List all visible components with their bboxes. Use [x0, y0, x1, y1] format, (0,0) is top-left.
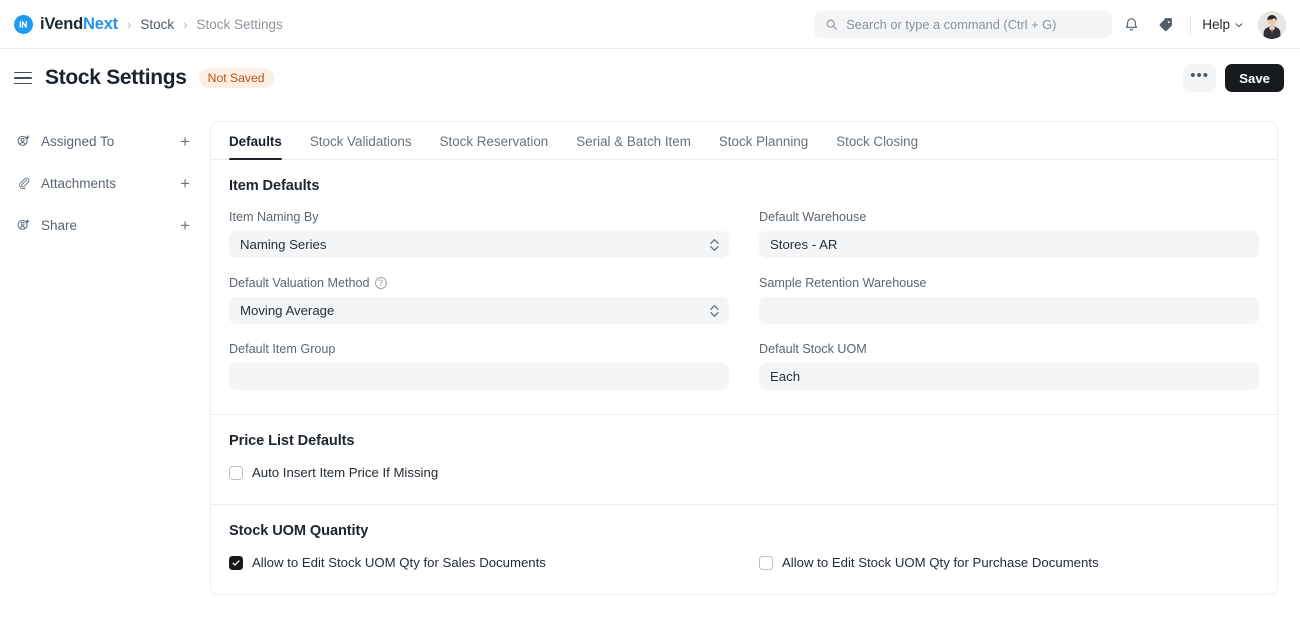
- hamburger-icon[interactable]: [14, 67, 36, 89]
- sidebar-label-attachments: Attachments: [41, 175, 117, 191]
- field-default-valuation-method: Default Valuation Method ? Moving Averag…: [229, 276, 729, 324]
- checkbox-label-auto-insert-item-price: Auto Insert Item Price If Missing: [252, 465, 439, 480]
- user-plus-icon: [15, 134, 32, 149]
- section-title-item-defaults: Item Defaults: [229, 178, 320, 194]
- brand-part-1: iVend: [40, 14, 84, 33]
- breadcrumb-stock-settings: Stock Settings: [196, 16, 283, 32]
- add-assigned-to-button[interactable]: +: [176, 131, 194, 152]
- input-default-stock-uom[interactable]: Each: [759, 363, 1259, 390]
- search-input[interactable]: Search or type a command (Ctrl + G): [814, 11, 1113, 38]
- bell-icon[interactable]: [1116, 10, 1146, 40]
- navbar-right-group: Search or type a command (Ctrl + G) Help: [814, 0, 1286, 49]
- more-options-button[interactable]: •••: [1183, 64, 1217, 92]
- help-circle-icon[interactable]: ?: [374, 277, 387, 289]
- checkbox-row-sales-documents[interactable]: Allow to Edit Stock UOM Qty for Sales Do…: [229, 555, 729, 570]
- save-button[interactable]: Save: [1225, 64, 1284, 92]
- tab-stock-reservation[interactable]: Stock Reservation: [426, 134, 563, 159]
- label-item-naming-by: Item Naming By: [229, 210, 729, 224]
- value-default-warehouse: Stores - AR: [770, 237, 838, 252]
- value-default-stock-uom: Each: [770, 369, 801, 384]
- page-title: Stock Settings: [45, 66, 187, 89]
- label-text-default-stock-uom: Default Stock UOM: [759, 342, 867, 356]
- input-default-item-group[interactable]: [229, 363, 729, 390]
- field-default-stock-uom: Default Stock UOM Each: [759, 342, 1259, 390]
- breadcrumb-stock[interactable]: Stock: [140, 17, 174, 32]
- top-navbar: iVendNext › Stock › Stock Settings Searc…: [0, 0, 1300, 49]
- brand-logo-group[interactable]: iVendNext: [14, 14, 118, 34]
- sidebar-label-share: Share: [41, 217, 78, 233]
- label-text-sample-retention-warehouse: Sample Retention Warehouse: [759, 276, 927, 290]
- item-defaults-grid: Item Naming By Naming Series Default War…: [229, 210, 1259, 408]
- input-sample-retention-warehouse[interactable]: [759, 297, 1259, 324]
- label-default-warehouse: Default Warehouse: [759, 210, 1259, 224]
- label-default-stock-uom: Default Stock UOM: [759, 342, 1259, 356]
- stock-uom-grid: Allow to Edit Stock UOM Qty for Sales Do…: [229, 555, 1259, 588]
- field-default-warehouse: Default Warehouse Stores - AR: [759, 210, 1259, 258]
- select-item-naming-by[interactable]: Naming Series: [229, 231, 729, 258]
- checkbox-edit-uom-sales-documents[interactable]: [229, 555, 243, 570]
- paperclip-icon: [15, 176, 32, 191]
- input-default-warehouse[interactable]: Stores - AR: [759, 231, 1259, 258]
- avatar[interactable]: [1258, 10, 1286, 39]
- label-sample-retention-warehouse: Sample Retention Warehouse: [759, 276, 1259, 290]
- tab-stock-closing[interactable]: Stock Closing: [822, 134, 932, 159]
- help-label: Help: [1202, 17, 1230, 32]
- search-icon: [826, 19, 838, 30]
- section-stock-uom-quantity: Stock UOM Quantity Allow to Edit Stock U…: [211, 504, 1277, 594]
- chevron-updown-icon: [710, 238, 719, 251]
- section-item-defaults: Item Defaults Item Naming By Naming Seri…: [211, 160, 1277, 414]
- section-title-price-list-defaults: Price List Defaults: [229, 433, 355, 449]
- label-text-default-valuation-method: Default Valuation Method: [229, 276, 370, 290]
- breadcrumb-separator-2: ›: [183, 16, 188, 32]
- label-text-default-warehouse: Default Warehouse: [759, 210, 867, 224]
- checkbox-label-purchase-documents: Allow to Edit Stock UOM Qty for Purchase…: [782, 555, 1099, 570]
- status-badge: Not Saved: [198, 67, 274, 89]
- field-sample-retention-warehouse: Sample Retention Warehouse: [759, 276, 1259, 324]
- section-title-stock-uom-quantity: Stock UOM Quantity: [229, 523, 369, 539]
- label-default-valuation-method: Default Valuation Method ?: [229, 276, 729, 290]
- tab-stock-planning[interactable]: Stock Planning: [705, 134, 822, 159]
- user-plus-icon: [15, 218, 32, 233]
- sidebar-item-share[interactable]: Share +: [15, 204, 194, 246]
- header-actions: ••• Save: [1183, 49, 1284, 107]
- tab-bar: Defaults Stock Validations Stock Reserva…: [211, 122, 1277, 160]
- brand-part-2: Next: [83, 14, 118, 33]
- add-attachment-button[interactable]: +: [176, 173, 194, 194]
- chevron-down-icon: [1235, 22, 1243, 27]
- settings-card: Defaults Stock Validations Stock Reserva…: [210, 121, 1278, 595]
- field-item-naming-by: Item Naming By Naming Series: [229, 210, 729, 258]
- navbar-divider: [1190, 14, 1192, 35]
- chevron-updown-icon: [710, 304, 719, 317]
- value-item-naming-by: Naming Series: [240, 237, 327, 252]
- search-placeholder: Search or type a command (Ctrl + G): [846, 17, 1057, 32]
- tab-defaults[interactable]: Defaults: [229, 134, 296, 160]
- label-default-item-group: Default Item Group: [229, 342, 729, 356]
- checkbox-row-auto-insert-item-price[interactable]: Auto Insert Item Price If Missing: [229, 465, 1259, 480]
- help-menu[interactable]: Help: [1200, 13, 1246, 36]
- page-header: Stock Settings Not Saved ••• Save: [0, 49, 1300, 107]
- tab-stock-validations[interactable]: Stock Validations: [296, 134, 426, 159]
- brand-text: iVendNext: [40, 15, 118, 34]
- select-default-valuation-method[interactable]: Moving Average: [229, 297, 729, 324]
- sidebar-item-attachments[interactable]: Attachments +: [15, 162, 194, 204]
- checkbox-label-sales-documents: Allow to Edit Stock UOM Qty for Sales Do…: [252, 555, 546, 570]
- label-text-default-item-group: Default Item Group: [229, 342, 336, 356]
- tab-serial-batch-item[interactable]: Serial & Batch Item: [562, 134, 705, 159]
- add-share-button[interactable]: +: [176, 215, 194, 236]
- sidebar-item-assigned-to[interactable]: Assigned To +: [15, 120, 194, 162]
- checkbox-row-purchase-documents[interactable]: Allow to Edit Stock UOM Qty for Purchase…: [759, 555, 1259, 570]
- body-wrapper: Assigned To + Attachments + Share + Defa…: [0, 107, 1300, 595]
- checkbox-auto-insert-item-price[interactable]: [229, 465, 243, 480]
- sidebar-label-assigned-to: Assigned To: [41, 133, 115, 149]
- value-default-valuation-method: Moving Average: [240, 303, 335, 318]
- checkbox-edit-uom-purchase-documents[interactable]: [759, 555, 773, 570]
- label-text-item-naming-by: Item Naming By: [229, 210, 319, 224]
- field-default-item-group: Default Item Group: [229, 342, 729, 390]
- section-price-list-defaults: Price List Defaults Auto Insert Item Pri…: [211, 414, 1277, 504]
- ivend-logo-icon: [14, 14, 33, 34]
- sidebar: Assigned To + Attachments + Share +: [0, 107, 210, 246]
- breadcrumb-separator-1: ›: [126, 16, 132, 32]
- tag-icon[interactable]: [1150, 10, 1180, 40]
